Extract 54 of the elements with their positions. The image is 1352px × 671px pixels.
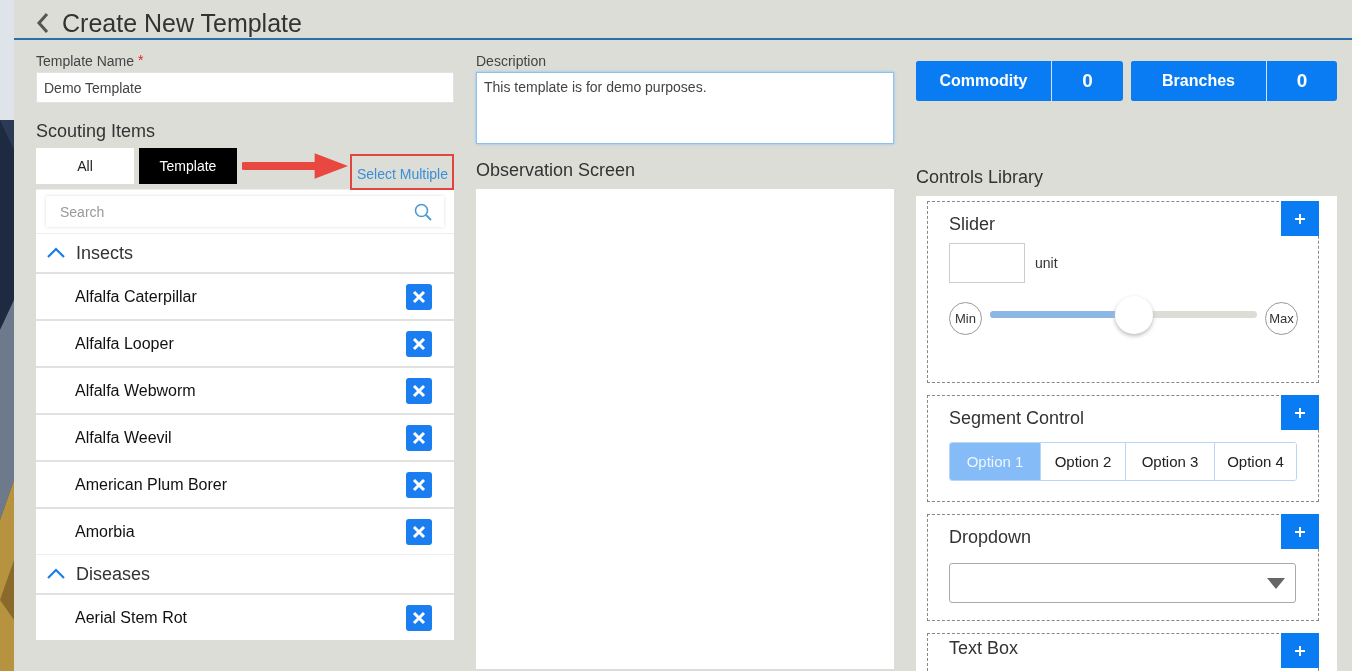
remove-icon[interactable]: [406, 283, 432, 310]
remove-icon[interactable]: [406, 424, 432, 451]
list-item: Alfalfa Looper: [75, 334, 174, 353]
slider-thumb[interactable]: [1115, 296, 1154, 334]
unit-label: unit: [1035, 255, 1058, 271]
add-button[interactable]: [1281, 633, 1319, 668]
remove-icon[interactable]: [406, 377, 432, 404]
group-name: Diseases: [76, 563, 151, 585]
tab[interactable]: Template: [138, 148, 237, 184]
counter-value: 0: [1295, 69, 1309, 93]
group-name: Insects: [76, 242, 134, 264]
plus-icon: [1294, 525, 1306, 538]
counter-button[interactable]: Commodity: [916, 61, 1052, 101]
caret-down-icon: [1267, 577, 1285, 589]
list-item: Amorbia: [75, 522, 135, 541]
field-label: Description: [476, 53, 548, 71]
list-item: Alfalfa Weevil: [75, 428, 172, 447]
group-header[interactable]: Insects: [36, 233, 454, 272]
remove-icon[interactable]: [406, 518, 432, 545]
counter-value: 0: [1081, 69, 1094, 93]
list-item: Aerial Stem Rot: [75, 608, 188, 627]
plus-icon: [1294, 644, 1306, 657]
list-item: Alfalfa Webworm: [75, 381, 196, 400]
control-title: Segment Control: [949, 408, 1086, 430]
dropdown-field[interactable]: [949, 563, 1296, 603]
plus-icon: [1294, 212, 1306, 225]
counter-button[interactable]: Branches: [1131, 61, 1267, 101]
list-item: American Plum Borer: [75, 475, 228, 494]
add-button[interactable]: [1281, 395, 1319, 430]
section-title: Observation Screen: [476, 160, 637, 182]
text-field[interactable]: Demo Template: [36, 72, 454, 103]
add-button[interactable]: [1281, 201, 1319, 236]
value-field[interactable]: [949, 243, 1025, 283]
remove-icon[interactable]: [406, 330, 432, 357]
back-chevron-icon[interactable]: [36, 12, 50, 34]
tab[interactable]: All: [36, 148, 134, 184]
search-icon[interactable]: [414, 203, 432, 221]
description-field[interactable]: This template is for demo purposes.: [476, 72, 894, 144]
remove-icon[interactable]: [406, 604, 432, 631]
control-title: Text Box: [949, 638, 1020, 660]
page-title: Create New Template: [62, 8, 302, 38]
section-title: Scouting Items: [36, 121, 157, 143]
control-title: Slider: [949, 214, 997, 236]
control-title: Dropdown: [949, 527, 1033, 549]
required-marker: *: [138, 53, 144, 67]
list-item: Alfalfa Caterpillar: [75, 287, 197, 306]
add-button[interactable]: [1281, 514, 1319, 549]
plus-icon: [1294, 406, 1306, 419]
remove-icon[interactable]: [406, 471, 432, 498]
field-label: Template Name: [36, 53, 135, 69]
search-field[interactable]: Search: [46, 196, 444, 227]
segment-option[interactable]: Option 4: [1214, 443, 1296, 480]
section-title: Controls Library: [916, 167, 1045, 189]
group-header[interactable]: Diseases: [36, 554, 454, 593]
